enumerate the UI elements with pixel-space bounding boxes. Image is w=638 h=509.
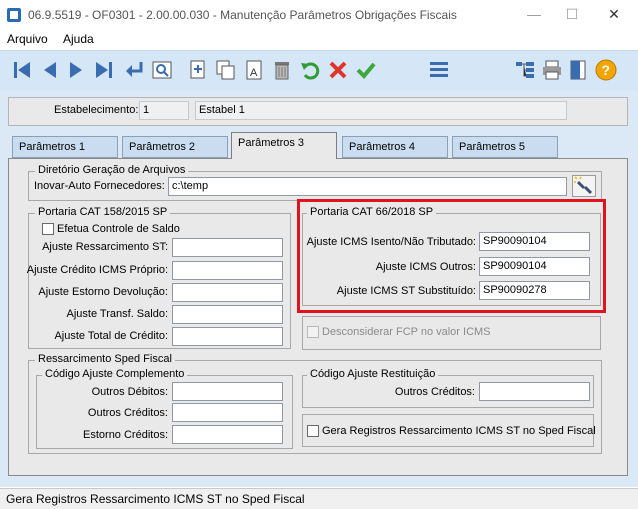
outros-debitos-field[interactable] (172, 382, 283, 401)
icms-isento-label: Ajuste ICMS Isento/Não Tributado: (306, 236, 476, 248)
ajuste-total-label: Ajuste Total de Crédito: (54, 330, 168, 342)
ajuste-ressarcimento-field[interactable] (172, 238, 283, 257)
maximize-button[interactable]: ☐ (562, 6, 582, 24)
inovar-field[interactable]: c:\temp (168, 177, 567, 196)
ajuste-transf-label: Ajuste Transf. Saldo: (66, 308, 169, 320)
svg-text:A: A (250, 67, 258, 79)
gera-registros-checkbox[interactable] (307, 425, 319, 437)
tab-parametros-4[interactable]: Parâmetros 4 (342, 136, 448, 158)
restituicao-outros-creditos-field[interactable] (479, 382, 590, 401)
delete-icon[interactable] (270, 58, 294, 82)
tab-parametros-5[interactable]: Parâmetros 5 (452, 136, 558, 158)
inovar-label: Inovar-Auto Fornecedores: (34, 180, 165, 192)
browse-button[interactable] (572, 175, 596, 197)
help-icon[interactable]: ? (594, 58, 618, 82)
tab-parametros-2[interactable]: Parâmetros 2 (122, 136, 228, 158)
last-icon[interactable] (92, 58, 116, 82)
cancel-icon[interactable] (326, 58, 350, 82)
save-icon[interactable] (354, 58, 378, 82)
ajuste-total-field[interactable] (172, 327, 283, 346)
copy-icon[interactable] (214, 58, 238, 82)
diretorio-title: Diretório Geração de Arquivos (35, 164, 189, 176)
estab-name-field[interactable]: Estabel 1 (195, 101, 567, 120)
close-button[interactable]: ✕ (604, 6, 624, 24)
icms-isento-field[interactable]: SP90090104 (479, 232, 590, 251)
outros-debitos-label: Outros Débitos: (91, 386, 168, 398)
app-icon (7, 8, 21, 22)
menu-bar: Arquivo Ajuda (0, 30, 638, 50)
menu-arquivo[interactable]: Arquivo (7, 32, 48, 46)
goto-icon[interactable] (122, 58, 146, 82)
icms-st-label: Ajuste ICMS ST Substituído: (336, 285, 476, 297)
status-text: Gera Registros Ressarcimento ICMS ST no … (6, 492, 305, 506)
gera-registros-label: Gera Registros Ressarcimento ICMS ST no … (322, 425, 596, 437)
estab-label: Estabelecimento: (54, 104, 139, 116)
ajuste-estorno-label: Ajuste Estorno Devolução: (38, 286, 168, 298)
ressarcimento-title: Ressarcimento Sped Fiscal (35, 353, 175, 365)
icms-st-field[interactable]: SP90090278 (479, 281, 590, 300)
tab-parametros-1[interactable]: Parâmetros 1 (12, 136, 118, 158)
tab-parametros-3[interactable]: Parâmetros 3 (231, 132, 337, 159)
complemento-title: Código Ajuste Complemento (42, 368, 188, 380)
search-icon[interactable] (150, 58, 174, 82)
estorno-creditos-field[interactable] (172, 425, 283, 444)
new-icon[interactable] (186, 58, 210, 82)
fcp-checkbox[interactable] (307, 326, 319, 338)
next-icon[interactable] (64, 58, 88, 82)
menu-ajuda[interactable]: Ajuda (63, 32, 94, 46)
outros-creditos-label: Outros Créditos: (87, 407, 168, 419)
efetua-controle-label: Efetua Controle de Saldo (57, 223, 180, 235)
restituicao-title: Código Ajuste Restituição (307, 368, 439, 380)
flashlight-icon (574, 176, 593, 195)
outros-creditos-field[interactable] (172, 403, 283, 422)
ajuste-credito-field[interactable] (172, 261, 283, 280)
edit-icon[interactable]: A (242, 58, 266, 82)
ajuste-estorno-field[interactable] (172, 283, 283, 302)
restituicao-outros-creditos-label: Outros Créditos: (394, 386, 475, 398)
ajuste-credito-label: Ajuste Crédito ICMS Próprio: (26, 264, 168, 276)
estab-code-field[interactable]: 1 (139, 101, 189, 120)
list-icon[interactable] (427, 58, 451, 82)
ajuste-ressarcimento-label: Ajuste Ressarcimento ST: (42, 241, 168, 253)
exit-icon[interactable] (567, 58, 591, 82)
window-title: 06.9.5519 - OF0301 - 2.00.00.030 - Manut… (28, 8, 457, 22)
prev-icon[interactable] (38, 58, 62, 82)
print-icon[interactable] (540, 58, 564, 82)
status-bar: Gera Registros Ressarcimento ICMS ST no … (0, 488, 638, 509)
title-bar: 06.9.5519 - OF0301 - 2.00.00.030 - Manut… (0, 0, 638, 30)
ajuste-transf-field[interactable] (172, 305, 283, 324)
minimize-button[interactable]: — (524, 6, 544, 24)
toolbar: A ? (0, 50, 638, 92)
icms-outros-field[interactable]: SP90090104 (479, 257, 590, 276)
fcp-label: Desconsiderar FCP no valor ICMS (322, 326, 491, 338)
estorno-creditos-label: Estorno Créditos: (83, 429, 168, 441)
cat158-title: Portaria CAT 158/2015 SP (35, 206, 171, 218)
first-icon[interactable] (10, 58, 34, 82)
svg-text:?: ? (602, 62, 611, 78)
icms-outros-label: Ajuste ICMS Outros: (375, 261, 476, 273)
efetua-controle-checkbox[interactable] (42, 223, 54, 235)
undo-icon[interactable] (298, 58, 322, 82)
tree-icon[interactable] (513, 58, 537, 82)
